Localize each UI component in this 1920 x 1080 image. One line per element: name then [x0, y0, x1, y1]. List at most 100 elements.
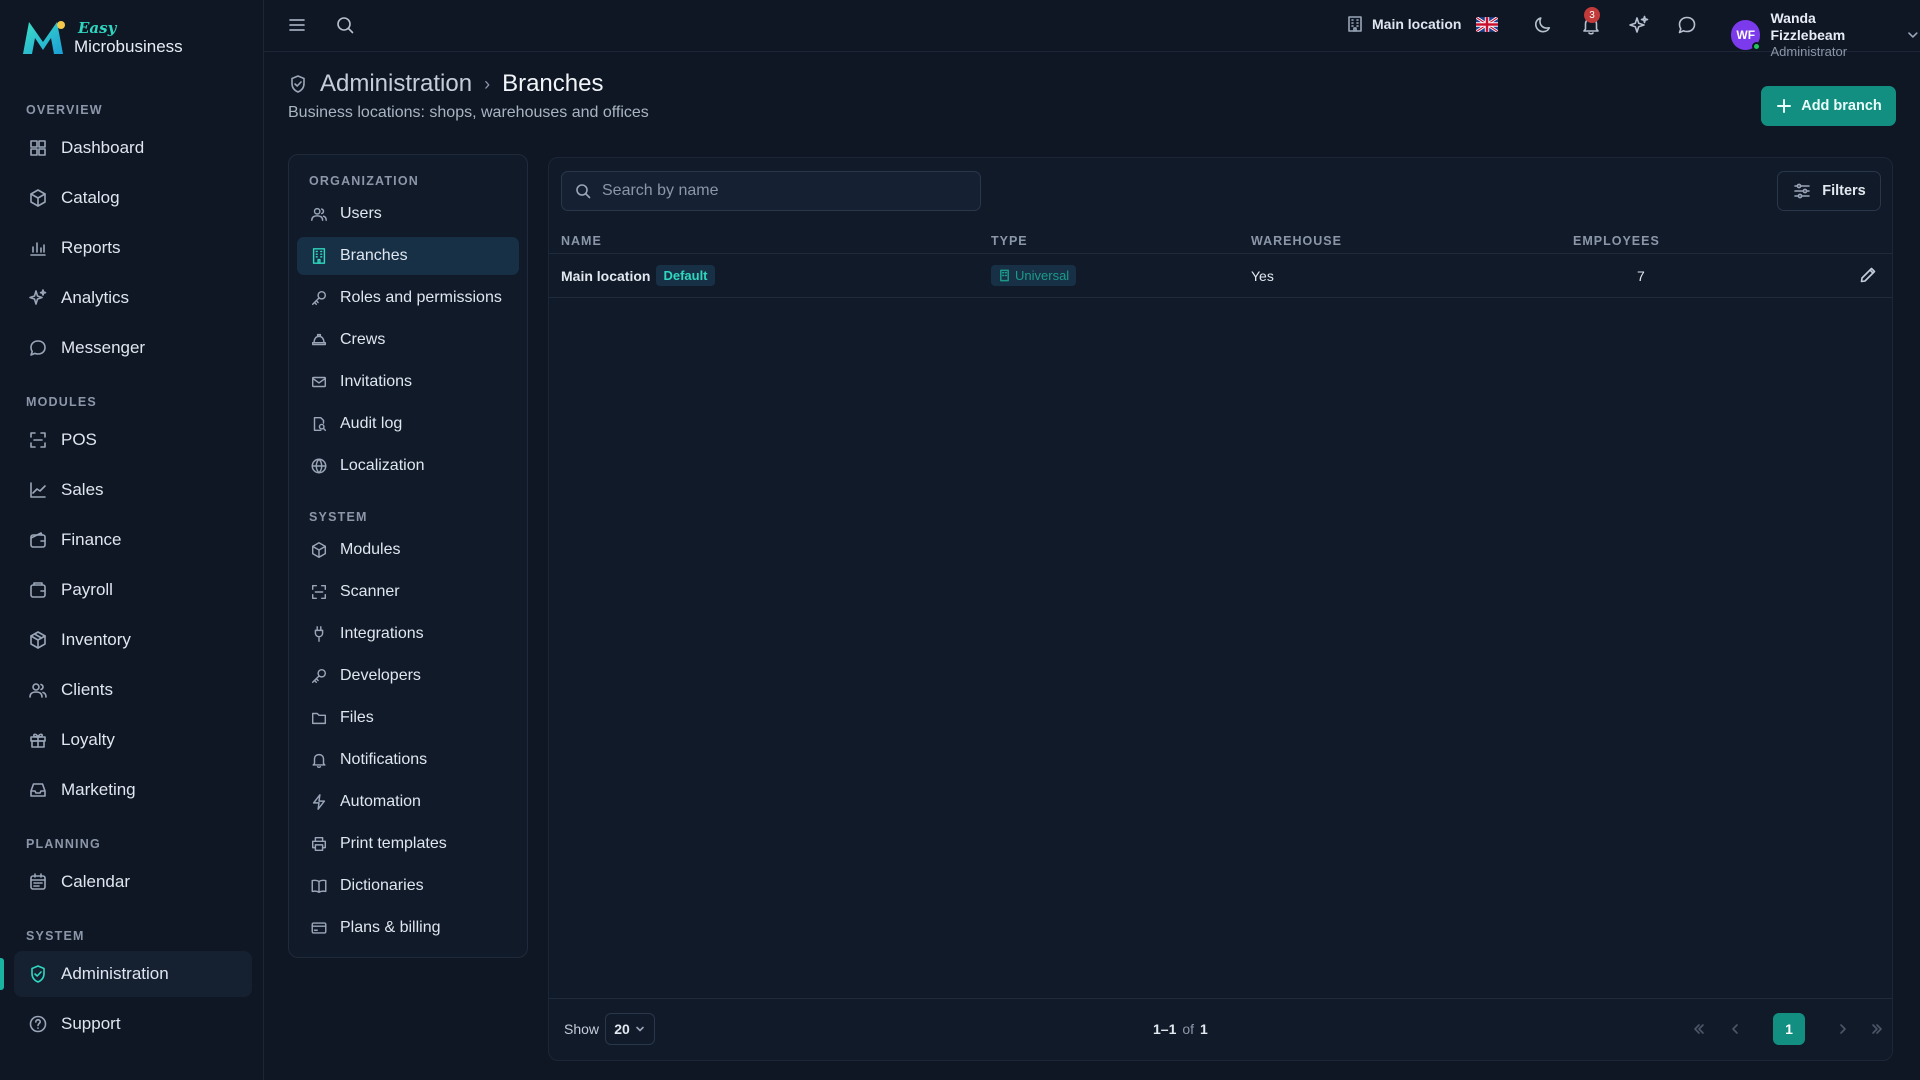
nav-item-administration[interactable]: Administration: [14, 951, 252, 997]
add-branch-label: Add branch: [1801, 98, 1882, 114]
submenu-item-branches[interactable]: Branches: [297, 237, 519, 275]
menu-toggle-button[interactable]: [286, 14, 310, 38]
nav-item-catalog[interactable]: Catalog: [14, 175, 252, 221]
nav-item-inventory[interactable]: Inventory: [14, 617, 252, 663]
submenu-item-label: Notifications: [340, 751, 428, 768]
chat-bubble-icon: [30, 340, 46, 356]
nav-item-analytics[interactable]: Analytics: [14, 275, 252, 321]
next-page-button[interactable]: [1827, 1013, 1859, 1045]
submenu-item-label: Crews: [340, 331, 386, 348]
nav-item-payroll[interactable]: Payroll: [14, 567, 252, 613]
submenu-item-print-templates[interactable]: Print templates: [297, 825, 519, 863]
building-icon: [1000, 269, 1009, 282]
submenu-item-crews[interactable]: Crews: [297, 321, 519, 359]
top-bar: Main location 3 WF Wanda Fizzlebeam Admi…: [264, 0, 1920, 59]
search-input[interactable]: [602, 182, 962, 200]
trend-line-icon: [30, 482, 46, 498]
nav-item-reports[interactable]: Reports: [14, 225, 252, 271]
filters-label: Filters: [1822, 183, 1866, 199]
submenu-item-modules[interactable]: Modules: [297, 531, 519, 569]
hamburger-icon: [289, 19, 305, 31]
nav-item-finance[interactable]: Finance: [14, 517, 252, 563]
cell-name: Main location Default: [561, 265, 715, 286]
globe-icon: [311, 458, 327, 474]
page-size-select[interactable]: 20: [605, 1013, 655, 1045]
nav-item-label: Finance: [61, 530, 122, 549]
submenu-item-localization[interactable]: Localization: [297, 447, 519, 485]
nav-item-label: Inventory: [61, 630, 131, 649]
submenu-item-roles[interactable]: Roles and permissions: [297, 279, 519, 317]
nav-item-label: Administration: [61, 964, 169, 983]
column-header-name[interactable]: NAME: [561, 234, 602, 248]
messages-button[interactable]: [1676, 14, 1700, 38]
global-search-button[interactable]: [334, 14, 358, 38]
inbox-icon: [30, 783, 46, 797]
column-header-type[interactable]: TYPE: [991, 234, 1028, 248]
building-icon: [1348, 16, 1362, 32]
key-icon: [311, 668, 327, 684]
submenu-section-organization: ORGANIZATION: [309, 174, 419, 188]
submenu-item-developers[interactable]: Developers: [297, 657, 519, 695]
prev-page-button[interactable]: [1719, 1013, 1751, 1045]
online-status-dot: [1752, 42, 1762, 51]
search-icon: [337, 17, 354, 34]
submenu-item-label: Integrations: [340, 625, 424, 642]
nav-item-sales[interactable]: Sales: [14, 467, 252, 513]
nav-item-clients[interactable]: Clients: [14, 667, 252, 713]
page-button-current[interactable]: 1: [1773, 1013, 1805, 1045]
user-role: Administrator: [1770, 44, 1848, 59]
default-badge: Default: [656, 265, 715, 286]
submenu-item-notifications[interactable]: Notifications: [297, 741, 519, 779]
submenu-item-automation[interactable]: Automation: [297, 783, 519, 821]
submenu-item-users[interactable]: Users: [297, 195, 519, 233]
nav-item-messenger[interactable]: Messenger: [14, 325, 252, 371]
ai-assistant-button[interactable]: [1628, 14, 1652, 38]
submenu-item-dictionaries[interactable]: Dictionaries: [297, 867, 519, 905]
shield-check-icon: [31, 965, 45, 983]
nav-item-label: Dashboard: [61, 138, 145, 157]
submenu-item-integrations[interactable]: Integrations: [297, 615, 519, 653]
brand-logo[interactable]: Easy Microbusiness: [20, 18, 183, 58]
nav-item-support[interactable]: Support: [14, 1001, 252, 1047]
search-box[interactable]: [561, 171, 981, 211]
submenu-item-scanner[interactable]: Scanner: [297, 573, 519, 611]
column-header-warehouse[interactable]: WAREHOUSE: [1251, 234, 1342, 248]
language-flag-icon[interactable]: [1476, 17, 1498, 32]
submenu-item-audit-log[interactable]: Audit log: [297, 405, 519, 443]
last-page-button[interactable]: [1861, 1013, 1892, 1045]
branches-panel: Filters NAME TYPE WAREHOUSE EMPLOYEES Ma…: [548, 157, 1893, 1061]
table-row[interactable]: Main location Default Universal Yes 7: [549, 254, 1892, 298]
type-label: Universal: [1015, 268, 1070, 283]
range-total: 1: [1200, 1021, 1208, 1037]
submenu-item-label: Modules: [340, 541, 401, 558]
first-page-button[interactable]: [1683, 1013, 1715, 1045]
theme-toggle-button[interactable]: [1532, 14, 1556, 38]
brand-m-icon: [23, 21, 65, 54]
filters-button[interactable]: Filters: [1777, 171, 1881, 211]
nav-item-pos[interactable]: POS: [14, 417, 252, 463]
page-size-label: Show: [564, 1021, 600, 1037]
submenu-item-invitations[interactable]: Invitations: [297, 363, 519, 401]
administration-submenu: ORGANIZATION Users Branches Roles and pe…: [288, 154, 528, 958]
payroll-wallet-icon: [30, 582, 46, 598]
chevrons-left-icon: [1694, 1024, 1704, 1034]
nav-item-dashboard[interactable]: Dashboard: [14, 125, 252, 171]
column-header-employees[interactable]: EMPLOYEES: [1573, 234, 1660, 248]
submenu-item-label: Localization: [340, 457, 425, 474]
location-name: Main location: [1372, 16, 1462, 32]
submenu-item-plans-billing[interactable]: Plans & billing: [297, 909, 519, 947]
page-title: Branches: [502, 70, 604, 97]
box-icon: [30, 631, 46, 649]
nav-item-marketing[interactable]: Marketing: [14, 767, 252, 813]
location-switcher[interactable]: Main location: [1346, 15, 1461, 33]
nav-item-calendar[interactable]: Calendar: [14, 859, 252, 905]
add-branch-button[interactable]: Add branch: [1761, 86, 1896, 126]
nav-item-loyalty[interactable]: Loyalty: [14, 717, 252, 763]
edit-branch-button[interactable]: [1858, 265, 1878, 285]
user-menu[interactable]: WF Wanda Fizzlebeam Administrator: [1731, 10, 1920, 60]
credit-card-icon: [311, 922, 327, 934]
submenu-item-files[interactable]: Files: [297, 699, 519, 737]
nav-item-label: Support: [61, 1014, 121, 1033]
submenu-item-label: Scanner: [340, 583, 400, 600]
breadcrumb-parent-link[interactable]: Administration: [320, 70, 472, 98]
